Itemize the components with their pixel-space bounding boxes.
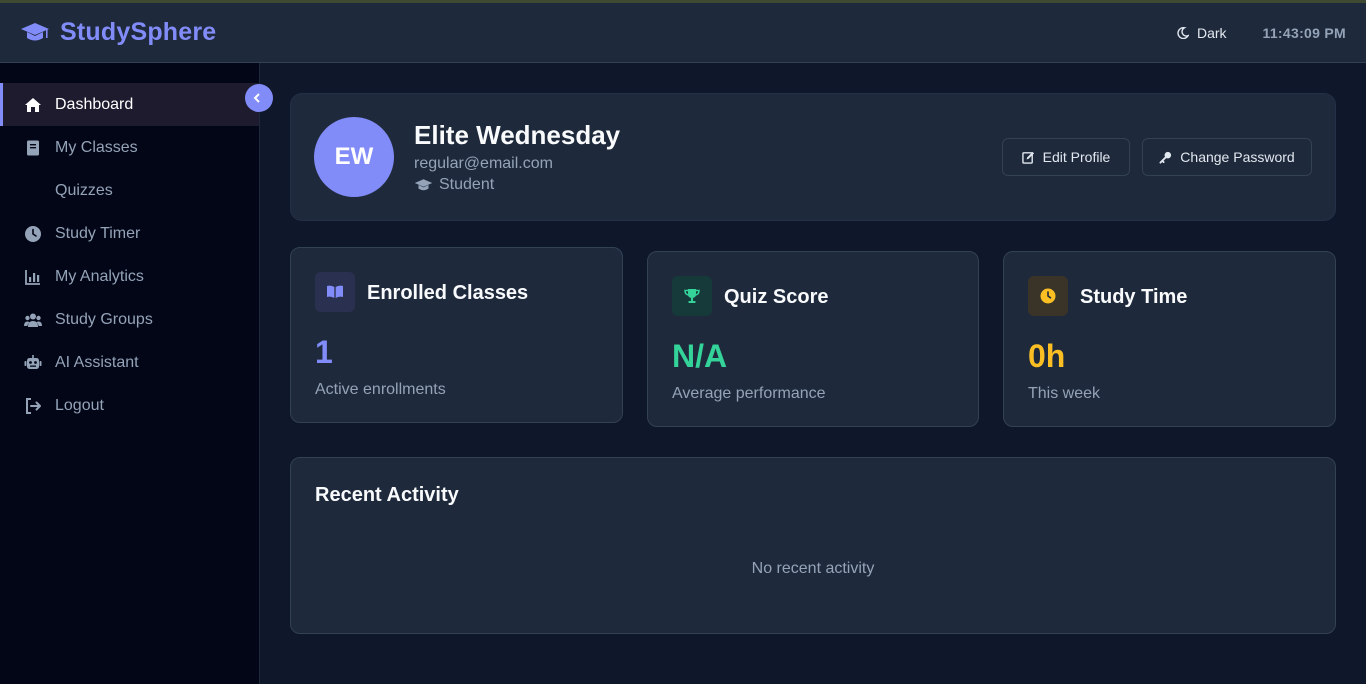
profile-role: Student — [414, 176, 494, 194]
brand-name: StudySphere — [60, 18, 217, 46]
sidebar-item-my-analytics[interactable]: My Analytics — [0, 255, 259, 298]
brand[interactable]: StudySphere — [20, 18, 216, 47]
stat-title: Quiz Score — [724, 286, 829, 308]
top-bar: StudySphere Dark 11:43:09 PM — [0, 0, 1366, 63]
recent-activity-title: Recent Activity — [315, 484, 459, 506]
stat-value: N/A — [672, 338, 728, 374]
stat-subtitle: Average performance — [672, 385, 826, 402]
change-password-label: Change Password — [1180, 149, 1295, 165]
edit-profile-button[interactable]: Edit Profile — [1002, 138, 1130, 176]
trophy-icon — [672, 276, 712, 316]
avatar: EW — [314, 117, 394, 197]
main-content: EW Elite Wednesday regular@email.com Stu… — [260, 63, 1366, 684]
sidebar-item-dashboard[interactable]: Dashboard — [0, 83, 259, 126]
sidebar-collapse-button[interactable] — [245, 84, 273, 112]
sidebar-item-label: My Classes — [55, 138, 138, 156]
open-book-icon — [315, 272, 355, 312]
theme-label: Dark — [1196, 24, 1227, 41]
clock-icon — [24, 225, 42, 243]
sidebar-item-label: AI Assistant — [55, 353, 139, 371]
clock: 11:43:09 PM — [1262, 24, 1346, 41]
sidebar-item-label: Quizzes — [55, 181, 113, 199]
chart-icon — [24, 268, 42, 286]
sidebar-item-label: Study Timer — [55, 224, 141, 242]
recent-activity-card: Recent Activity No recent activity — [290, 457, 1336, 634]
edit-icon — [1021, 151, 1034, 164]
sidebar-item-ai-assistant[interactable]: AI Assistant — [0, 341, 259, 384]
clock-icon — [1028, 276, 1068, 316]
stat-value: 0h — [1028, 338, 1066, 374]
logout-icon — [24, 397, 42, 415]
profile-name: Elite Wednesday — [414, 120, 621, 150]
theme-toggle[interactable]: Dark — [1177, 25, 1227, 41]
sidebar-item-study-timer[interactable]: Study Timer — [0, 212, 259, 255]
stat-value: 1 — [315, 334, 333, 370]
sidebar-item-my-classes[interactable]: My Classes — [0, 126, 259, 169]
robot-icon — [24, 354, 42, 372]
moon-icon — [1177, 26, 1189, 39]
stat-title: Study Time — [1080, 286, 1188, 308]
recent-activity-empty: No recent activity — [751, 560, 875, 577]
graduation-cap-icon — [20, 21, 50, 45]
chevron-left-icon — [253, 93, 260, 103]
profile-card: EW Elite Wednesday regular@email.com Stu… — [290, 93, 1336, 221]
stat-card-study-time: Study Time 0h This week — [1003, 251, 1336, 427]
sidebar-item-logout[interactable]: Logout — [0, 384, 259, 427]
edit-profile-label: Edit Profile — [1042, 149, 1111, 165]
key-icon — [1159, 151, 1172, 164]
sidebar-item-label: Study Groups — [55, 310, 153, 328]
change-password-button[interactable]: Change Password — [1142, 138, 1312, 176]
users-icon — [24, 311, 42, 329]
stat-subtitle: Active enrollments — [315, 381, 446, 398]
stat-subtitle: This week — [1028, 385, 1101, 402]
book-icon — [24, 139, 42, 157]
home-icon — [24, 96, 42, 114]
sidebar-item-label: My Analytics — [55, 267, 144, 285]
stat-card-enrolled-classes: Enrolled Classes 1 Active enrollments — [290, 247, 623, 423]
sidebar-item-quizzes[interactable]: Quizzes — [0, 169, 259, 212]
stat-title: Enrolled Classes — [367, 282, 529, 304]
profile-email: regular@email.com — [414, 155, 553, 172]
graduation-cap-icon — [414, 178, 433, 190]
sidebar-item-label: Dashboard — [55, 95, 134, 113]
sidebar-item-study-groups[interactable]: Study Groups — [0, 298, 259, 341]
sidebar: Dashboard My Classes Quizzes Study Timer… — [0, 63, 260, 684]
profile-role-label: Student — [439, 176, 495, 193]
stat-card-quiz-score: Quiz Score N/A Average performance — [647, 251, 979, 427]
sidebar-item-label: Logout — [55, 396, 104, 414]
